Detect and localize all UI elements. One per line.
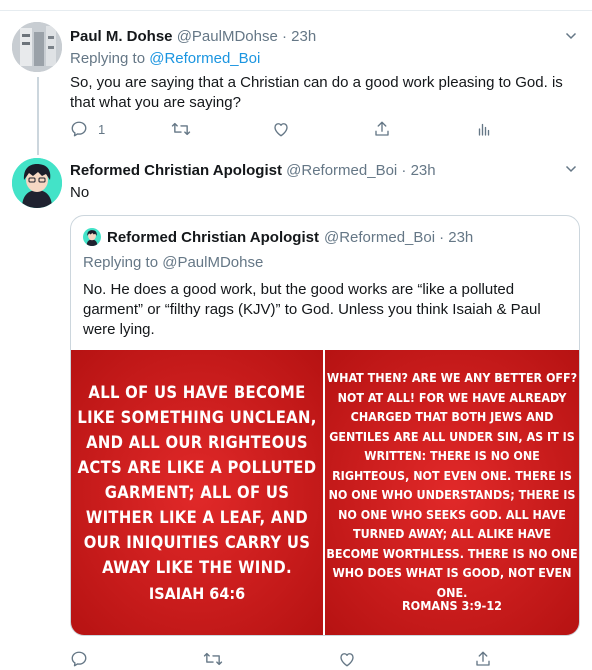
retweet-icon: [171, 122, 191, 136]
timestamp[interactable]: · 23h: [282, 28, 316, 45]
quoted-tweet-header: Reformed Christian Apologist @Reformed_B…: [83, 228, 473, 246]
quoted-timestamp: · 23h: [439, 228, 474, 246]
reply-count: 1: [98, 121, 106, 137]
tweet-header: Reformed Christian Apologist @Reformed_B…: [70, 162, 436, 179]
retweet-button[interactable]: [171, 120, 191, 138]
retweet-icon: [203, 652, 223, 666]
tweet-text: No: [70, 184, 90, 201]
tweet-text: So, you are saying that a Christian can …: [70, 74, 563, 111]
like-button[interactable]: [272, 120, 290, 138]
like-button[interactable]: [338, 650, 356, 668]
quoted-display-name: Reformed Christian Apologist: [107, 228, 319, 246]
username[interactable]: @Reformed_Boi: [286, 162, 397, 179]
chevron-down-icon[interactable]: [565, 163, 577, 175]
timestamp[interactable]: · 23h: [401, 162, 435, 179]
display-name[interactable]: Reformed Christian Apologist: [70, 162, 282, 179]
quoted-tweet[interactable]: Reformed Christian Apologist @Reformed_B…: [70, 215, 580, 636]
thread-line: [37, 77, 39, 155]
reply-icon: [71, 651, 87, 667]
display-name[interactable]: Paul M. Dohse: [70, 28, 173, 45]
avatar-paul[interactable]: [12, 22, 62, 72]
tweet-header: Paul M. Dohse @PaulMDohse · 23h: [70, 28, 316, 45]
heart-icon: [340, 653, 354, 667]
share-button[interactable]: [474, 650, 492, 668]
analytics-icon: [478, 123, 490, 136]
tweet-paul[interactable]: Paul M. Dohse @PaulMDohse · 23h Replying…: [0, 0, 592, 155]
share-icon: [476, 651, 490, 666]
tweet-actions: [70, 650, 570, 670]
image-isaiah[interactable]: All of us have become like something unc…: [71, 350, 323, 635]
username[interactable]: @PaulMDohse: [177, 28, 278, 45]
image-isaiah-text: All of us have become like something unc…: [77, 383, 317, 577]
image-romans-text: What then? Are we any better off? Not at…: [326, 370, 578, 600]
quoted-tweet-text: No. He does a good work, but the good wo…: [83, 281, 541, 338]
replying-prefix: Replying to: [70, 50, 150, 67]
retweet-button[interactable]: [203, 650, 223, 668]
share-icon: [375, 121, 389, 136]
replying-to-link[interactable]: @Reformed_Boi: [149, 50, 260, 67]
image-romans[interactable]: What then? Are we any better off? Not at…: [325, 350, 579, 635]
analytics-button[interactable]: [475, 120, 493, 138]
avatar-reformed[interactable]: [12, 158, 62, 208]
reply-icon: [71, 121, 87, 137]
avatar-reformed-image: [12, 158, 62, 208]
tweet-actions: 1: [70, 120, 570, 140]
reply-button[interactable]: [70, 650, 88, 668]
image-isaiah-reference: Isaiah 64:6: [148, 584, 246, 603]
image-romans-reference: Romans 3:9-12: [401, 598, 502, 613]
reply-button[interactable]: 1: [70, 120, 105, 138]
heart-icon: [274, 123, 288, 137]
avatar-paul-image: [12, 22, 62, 72]
quoted-username: @Reformed_Boi: [323, 228, 436, 246]
quoted-avatar[interactable]: [83, 228, 101, 246]
replying-to: Replying to @Reformed_Boi: [70, 50, 260, 67]
chevron-down-icon[interactable]: [565, 30, 577, 42]
share-button[interactable]: [373, 120, 391, 138]
quoted-replying-to: Replying to @PaulMDohse: [83, 254, 264, 271]
